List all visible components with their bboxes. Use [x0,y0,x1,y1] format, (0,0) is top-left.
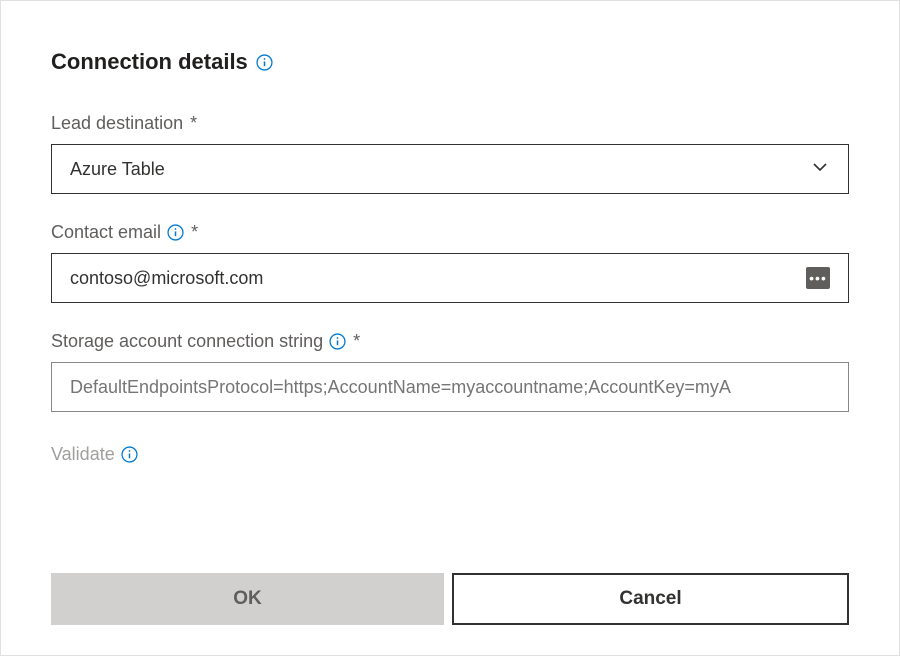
connection-string-input[interactable] [70,377,830,398]
lead-destination-value: Azure Table [70,159,810,180]
connection-details-panel: Connection details Lead destination* Azu… [0,0,900,656]
connection-string-field: Storage account connection string * [51,331,849,412]
contact-email-input[interactable] [70,268,806,289]
contact-email-label: Contact email * [51,222,849,243]
lead-destination-select[interactable]: Azure Table [51,144,849,194]
connection-string-label: Storage account connection string * [51,331,849,352]
lead-destination-field: Lead destination* Azure Table [51,113,849,194]
required-indicator: * [353,331,360,352]
validate-label: Validate [51,444,115,465]
more-icon[interactable]: ••• [806,267,830,289]
required-indicator: * [190,113,197,134]
info-icon[interactable] [256,53,274,71]
page-title: Connection details [51,49,248,75]
panel-header: Connection details [51,49,849,75]
footer-buttons: OK Cancel [51,573,849,625]
lead-destination-label: Lead destination* [51,113,849,134]
info-icon[interactable] [328,333,346,351]
required-indicator: * [191,222,198,243]
contact-email-input-wrapper: ••• [51,253,849,303]
contact-email-field: Contact email * ••• [51,222,849,303]
cancel-button[interactable]: Cancel [452,573,849,625]
chevron-down-icon [810,157,830,182]
ok-button[interactable]: OK [51,573,444,625]
info-icon[interactable] [166,224,184,242]
validate-link[interactable]: Validate [51,444,849,465]
info-icon[interactable] [121,446,139,464]
connection-string-input-wrapper [51,362,849,412]
